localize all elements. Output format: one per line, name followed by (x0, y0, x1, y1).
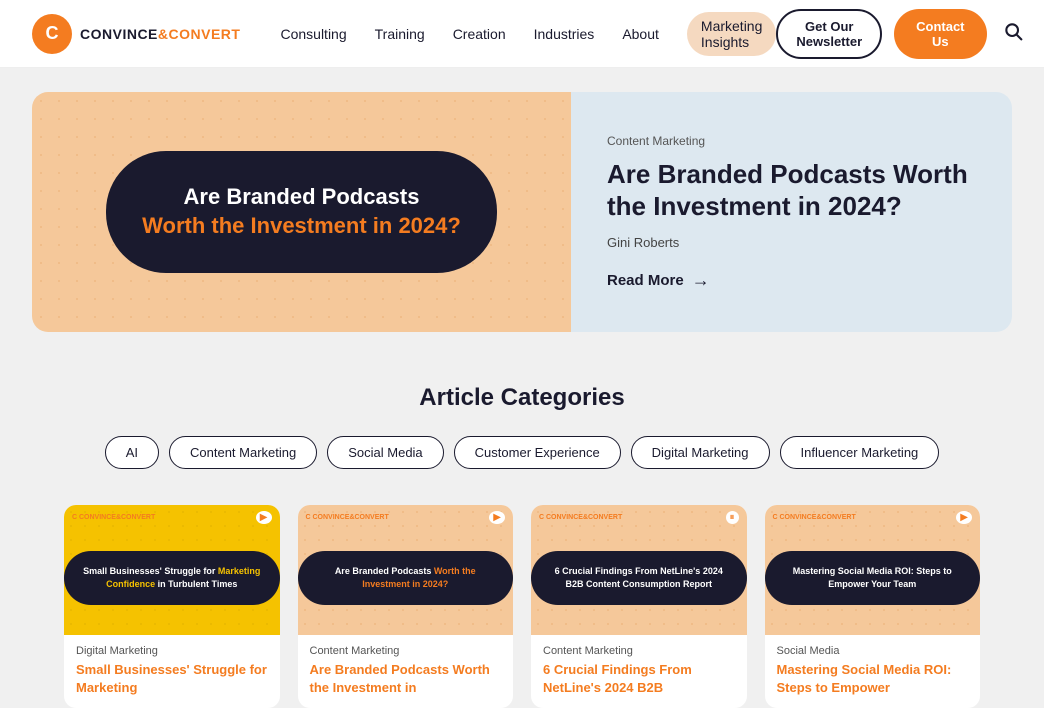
card2-thumb-text: Are Branded Podcasts Worth the Investmen… (314, 565, 498, 590)
articles-section: C CONVINCE&CONVERT ▶ Small Businesses' S… (32, 489, 1012, 708)
card2-pill: Are Branded Podcasts Worth the Investmen… (298, 551, 514, 604)
card4-logo: C CONVINCE&CONVERT (773, 514, 856, 521)
navigation: C CONVINCE&CONVERT Consulting Training C… (0, 0, 1044, 68)
card4-category: Social Media (777, 645, 969, 657)
arrow-icon: → (692, 270, 710, 291)
nav-links: Consulting Training Creation Industries … (280, 12, 776, 56)
hero-section: Are Branded Podcasts Worth the Investmen… (0, 68, 1044, 348)
article-thumb-3: C CONVINCE&CONVERT ⏸ 6 Crucial Findings … (531, 505, 747, 635)
card3-pill: 6 Crucial Findings From NetLine's 2024 B… (531, 551, 747, 604)
card3-logo: C CONVINCE&CONVERT (539, 514, 622, 521)
category-ai[interactable]: AI (105, 436, 159, 469)
hero-content: Content Marketing Are Branded Podcasts W… (571, 92, 1012, 332)
search-button[interactable] (999, 17, 1027, 50)
read-more-label: Read More (607, 272, 684, 289)
card2-logo: C CONVINCE&CONVERT (306, 514, 389, 521)
category-social-media[interactable]: Social Media (327, 436, 443, 469)
articles-grid: C CONVINCE&CONVERT ▶ Small Businesses' S… (64, 505, 980, 708)
hero-image: Are Branded Podcasts Worth the Investmen… (32, 92, 571, 332)
contact-button[interactable]: Contact Us (894, 9, 986, 59)
card1-title: Small Businesses' Struggle for Marketing (76, 661, 268, 696)
card2-category: Content Marketing (310, 645, 502, 657)
logo-icon: C (32, 14, 72, 54)
hero-title: Are Branded Podcasts Worth the Investmen… (607, 158, 976, 223)
category-customer-experience[interactable]: Customer Experience (454, 436, 621, 469)
card1-pill: Small Businesses' Struggle for Marketing… (64, 551, 280, 604)
categories-pills: AI Content Marketing Social Media Custom… (64, 436, 980, 469)
nav-industries[interactable]: Industries (534, 26, 595, 42)
card4-pill: Mastering Social Media ROI: Steps to Emp… (765, 551, 981, 604)
category-influencer-marketing[interactable]: Influencer Marketing (780, 436, 940, 469)
newsletter-button[interactable]: Get Our Newsletter (776, 9, 882, 59)
hero-category: Content Marketing (607, 134, 976, 148)
nav-about[interactable]: About (622, 26, 659, 42)
categories-title: Article Categories (64, 384, 980, 412)
article-thumb-2: C CONVINCE&CONVERT ▶ Are Branded Podcast… (298, 505, 514, 635)
card1-thumb-text: Small Businesses' Struggle for Marketing… (80, 565, 264, 590)
nav-marketing-insights[interactable]: Marketing Insights (687, 12, 776, 56)
search-icon (1003, 21, 1023, 41)
hero-image-title1: Are Branded Podcasts (142, 183, 461, 212)
article-card-4: C CONVINCE&CONVERT ▶ Mastering Social Me… (765, 505, 981, 708)
category-content-marketing[interactable]: Content Marketing (169, 436, 317, 469)
card3-title: 6 Crucial Findings From NetLine's 2024 B… (543, 661, 735, 696)
card1-category: Digital Marketing (76, 645, 268, 657)
article-thumb-1: C CONVINCE&CONVERT ▶ Small Businesses' S… (64, 505, 280, 635)
card4-thumb-text: Mastering Social Media ROI: Steps to Emp… (781, 565, 965, 590)
read-more-link[interactable]: Read More → (607, 270, 976, 291)
card3-share-icon: ⏸ (726, 511, 739, 524)
card1-logo: C CONVINCE&CONVERT (72, 514, 155, 521)
logo-text: CONVINCE&CONVERT (80, 26, 240, 42)
hero-pill: Are Branded Podcasts Worth the Investmen… (106, 151, 497, 272)
hero-author: Gini Roberts (607, 235, 976, 250)
nav-consulting[interactable]: Consulting (280, 26, 346, 42)
article-card-2: C CONVINCE&CONVERT ▶ Are Branded Podcast… (298, 505, 514, 708)
card4-title: Mastering Social Media ROI: Steps to Emp… (777, 661, 969, 696)
categories-section: Article Categories AI Content Marketing … (32, 348, 1012, 489)
hero-image-title2: Worth the Investment in 2024? (142, 212, 461, 241)
card2-title: Are Branded Podcasts Worth the Investmen… (310, 661, 502, 696)
card1-share-icon: ▶ (256, 511, 272, 524)
card3-thumb-text: 6 Crucial Findings From NetLine's 2024 B… (547, 565, 731, 590)
nav-creation[interactable]: Creation (453, 26, 506, 42)
hero-card: Are Branded Podcasts Worth the Investmen… (32, 92, 1012, 332)
article-card-1: C CONVINCE&CONVERT ▶ Small Businesses' S… (64, 505, 280, 708)
card2-share-icon: ▶ (489, 511, 505, 524)
article-card-3: C CONVINCE&CONVERT ⏸ 6 Crucial Findings … (531, 505, 747, 708)
logo[interactable]: C CONVINCE&CONVERT (32, 14, 240, 54)
article-thumb-4: C CONVINCE&CONVERT ▶ Mastering Social Me… (765, 505, 981, 635)
category-digital-marketing[interactable]: Digital Marketing (631, 436, 770, 469)
nav-actions: Get Our Newsletter Contact Us (776, 9, 1026, 59)
card4-share-icon: ▶ (956, 511, 972, 524)
nav-training[interactable]: Training (375, 26, 425, 42)
card3-category: Content Marketing (543, 645, 735, 657)
